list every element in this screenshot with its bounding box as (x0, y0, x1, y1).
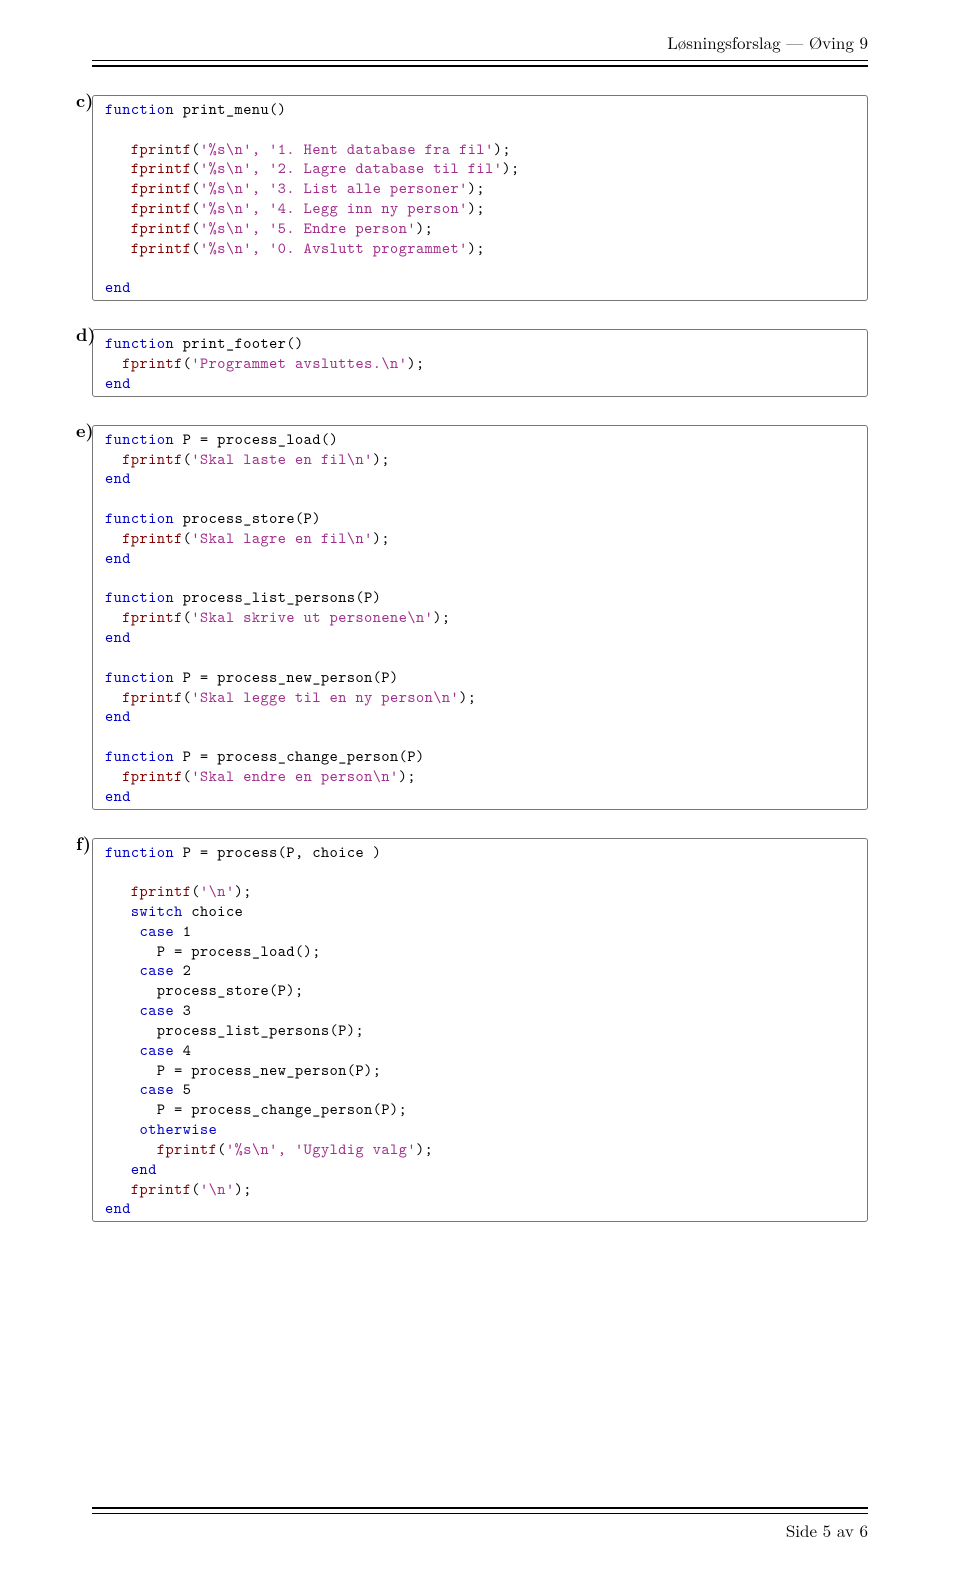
page-footer: Side 5 av 6 (92, 1507, 868, 1542)
code-d: function print_footer() fprintf('Program… (105, 333, 855, 392)
footer-rule (92, 1507, 868, 1514)
section-e: e) function P = process_load() fprintf('… (92, 425, 868, 810)
codebox-c: function print_menu() fprintf('%s\n', '1… (92, 95, 868, 301)
page-header: Løsningsforslag — Øving 9 (92, 30, 868, 60)
code-e: function P = process_load() fprintf('Ska… (105, 429, 855, 806)
kw-function: function (105, 98, 174, 119)
footer-text: Side 5 av 6 (92, 1518, 868, 1542)
label-d: d) (76, 322, 96, 347)
header-title: Løsningsforslag — Øving 9 (667, 30, 868, 54)
section-f: f) function P = process(P, choice ) fpri… (92, 838, 868, 1223)
codebox-f: function P = process(P, choice ) fprintf… (92, 838, 868, 1223)
code-c: function print_menu() fprintf('%s\n', '1… (105, 99, 855, 297)
header-rule (92, 60, 868, 67)
code-f: function P = process(P, choice ) fprintf… (105, 842, 855, 1219)
codebox-d: function print_footer() fprintf('Program… (92, 329, 868, 396)
label-c: c) (76, 88, 93, 113)
codebox-e: function P = process_load() fprintf('Ska… (92, 425, 868, 810)
fn-fprintf: fprintf (131, 138, 191, 159)
section-c: c) function print_menu() fprintf('%s\n',… (92, 95, 868, 301)
label-e: e) (76, 418, 94, 443)
label-f: f) (76, 831, 91, 856)
page: Løsningsforslag — Øving 9 c) function pr… (0, 0, 960, 1572)
kw-end: end (105, 276, 131, 297)
section-d: d) function print_footer() fprintf('Prog… (92, 329, 868, 396)
